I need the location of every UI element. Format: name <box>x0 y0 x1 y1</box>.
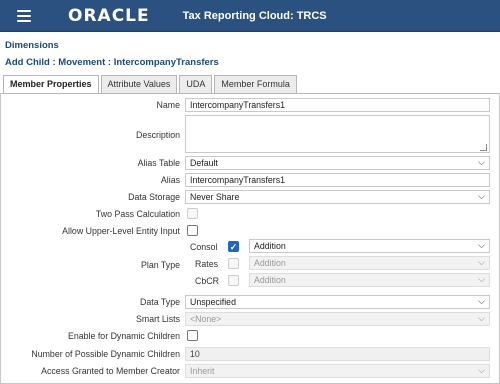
plan-rates-aggregation-select[interactable]: Addition ⌵ <box>249 256 490 270</box>
plan-consol-label: Consol <box>190 242 218 252</box>
plan-cbcr-aggregation-value: Addition <box>254 275 286 285</box>
chevron-down-icon: ⌵ <box>478 274 485 284</box>
chevron-down-icon: ⌵ <box>478 365 485 375</box>
page-title: Add Child : Movement : IntercompanyTrans… <box>5 57 219 68</box>
tab-attribute-values[interactable]: Attribute Values <box>100 75 178 93</box>
tab-member-properties[interactable]: Member Properties <box>3 75 99 94</box>
smart-lists-label: Smart Lists <box>136 314 180 324</box>
plan-cbcr-aggregation-select[interactable]: Addition ⌵ <box>249 273 490 287</box>
plan-rates-aggregation-value: Addition <box>254 258 286 268</box>
name-input[interactable]: IntercompanyTransfers1 <box>185 98 490 112</box>
plan-cbcr-label: CbCR <box>195 276 219 286</box>
data-storage-label: Data Storage <box>128 192 180 202</box>
access-granted-select[interactable]: Inherit ⌵ <box>185 364 490 378</box>
data-type-label: Data Type <box>140 297 180 307</box>
description-textarea[interactable] <box>185 115 490 153</box>
top-bar: ORACLE Tax Reporting Cloud: TRCS <box>0 0 500 32</box>
name-label: Name <box>156 100 180 110</box>
tab-member-formula[interactable]: Member Formula <box>214 75 297 93</box>
alias-table-select[interactable]: Default ⌵ <box>185 156 490 170</box>
app-title: Tax Reporting Cloud: TRCS <box>182 9 327 22</box>
chevron-down-icon: ⌵ <box>478 313 485 323</box>
chevron-down-icon: ⌵ <box>478 296 485 306</box>
resize-grip-icon[interactable] <box>480 144 487 151</box>
enable-dynamic-checkbox[interactable] <box>187 330 198 341</box>
two-pass-checkbox[interactable] <box>187 208 198 219</box>
alias-table-label: Alias Table <box>137 158 180 168</box>
plan-consol-aggregation-value: Addition <box>254 241 286 251</box>
allow-upper-checkbox[interactable] <box>187 225 198 236</box>
allow-upper-label: Allow Upper-Level Entity Input <box>62 226 180 236</box>
chevron-down-icon: ⌵ <box>478 191 485 201</box>
enable-dynamic-label: Enable for Dynamic Children <box>68 331 180 341</box>
access-granted-value: Inherit <box>190 366 215 376</box>
data-storage-value: Never Share <box>190 192 240 202</box>
alias-label: Alias <box>160 175 180 185</box>
plan-consol-checkbox[interactable]: ✓ <box>228 241 239 252</box>
chevron-down-icon: ⌵ <box>478 240 485 250</box>
data-storage-select[interactable]: Never Share ⌵ <box>185 190 490 204</box>
plan-consol-aggregation-select[interactable]: Addition ⌵ <box>249 239 490 253</box>
access-granted-label: Access Granted to Member Creator <box>41 366 180 376</box>
smart-lists-select[interactable]: <None> ⌵ <box>185 312 490 326</box>
breadcrumb[interactable]: Dimensions <box>5 40 59 51</box>
description-label: Description <box>135 130 180 140</box>
hamburger-menu-icon[interactable] <box>17 9 31 22</box>
num-dynamic-label: Number of Possible Dynamic Children <box>31 349 180 359</box>
data-type-value: Unspecified <box>190 297 236 307</box>
plan-type-label: Plan Type <box>141 260 180 270</box>
tab-uda[interactable]: UDA <box>179 75 213 93</box>
two-pass-label: Two Pass Calculation <box>95 209 180 219</box>
plan-cbcr-checkbox[interactable] <box>228 275 239 286</box>
num-dynamic-input[interactable]: 10 <box>185 347 490 361</box>
tab-bar: Member Properties Attribute Values UDA M… <box>3 75 297 94</box>
smart-lists-value: <None> <box>190 314 222 324</box>
plan-rates-checkbox[interactable] <box>228 258 239 269</box>
data-type-select[interactable]: Unspecified ⌵ <box>185 295 490 309</box>
alias-table-value: Default <box>190 158 218 168</box>
chevron-down-icon: ⌵ <box>478 157 485 167</box>
chevron-down-icon: ⌵ <box>478 257 485 267</box>
plan-rates-label: Rates <box>195 259 218 269</box>
alias-input[interactable]: IntercompanyTransfers1 <box>185 173 490 187</box>
oracle-logo: ORACLE <box>68 5 150 26</box>
